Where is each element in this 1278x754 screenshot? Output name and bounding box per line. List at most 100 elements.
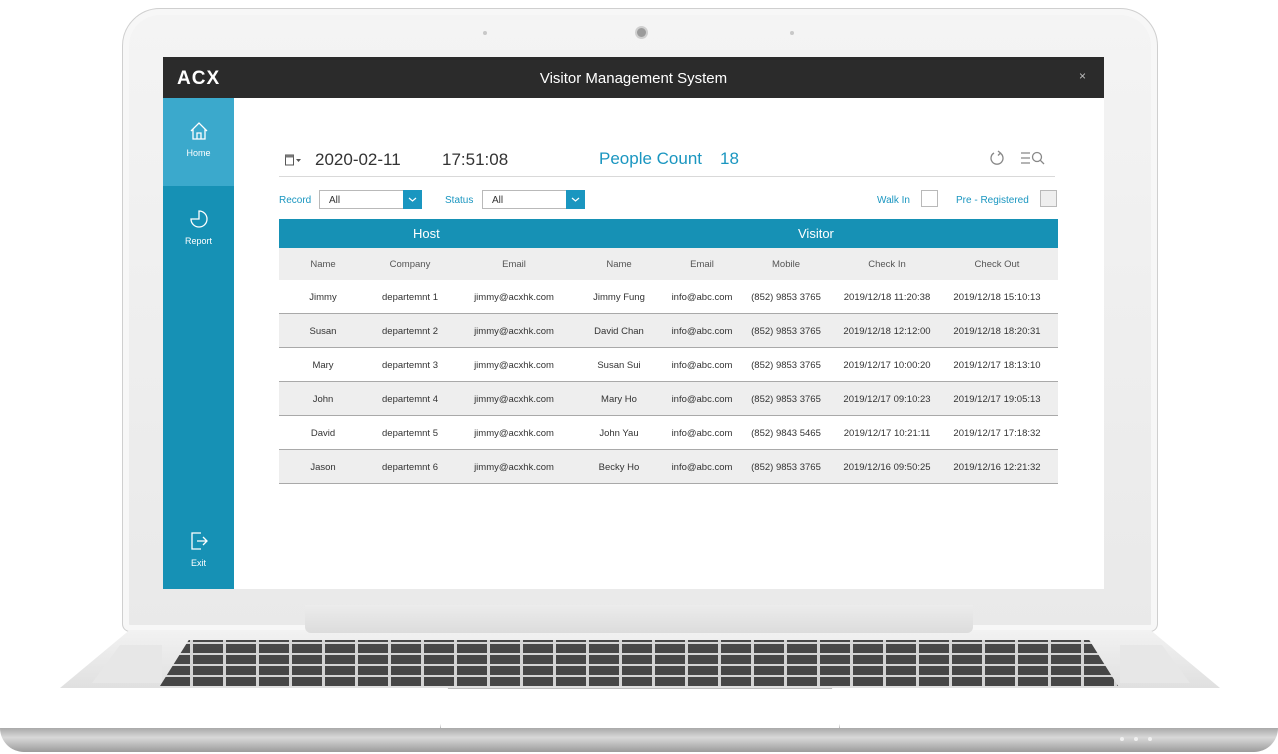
sensor-dot bbox=[483, 31, 487, 35]
col-visitor-email-header: Email bbox=[690, 259, 714, 270]
col-check-out: 2019/12/18 15:10:13 bbox=[953, 292, 1041, 303]
pre-registered-label: Pre - Registered bbox=[956, 195, 1029, 206]
col-host-name: Jason bbox=[310, 462, 336, 473]
calendar-dropdown-icon[interactable] bbox=[285, 154, 302, 166]
laptop-bottom-edge bbox=[0, 728, 1278, 752]
col-visitor-name: John Yau bbox=[599, 428, 639, 439]
table-row[interactable]: Jason departemnt 6 jimmy@acxhk.com Becky Ho… bbox=[279, 450, 1058, 484]
col-check-out: 2019/12/17 18:13:10 bbox=[953, 360, 1041, 371]
filter-bar: Record All Status All Walk In Pre - Regi… bbox=[279, 190, 1058, 212]
close-button[interactable]: × bbox=[1079, 69, 1086, 83]
main-content: 2020-02-11 17:51:08 People Count 18 Reco… bbox=[234, 98, 1104, 589]
people-count-value: 18 bbox=[720, 149, 739, 168]
sidebar-item-label: Home bbox=[186, 148, 211, 158]
indicator-lights bbox=[1120, 737, 1152, 741]
col-check-in: 2019/12/17 10:21:11 bbox=[843, 428, 931, 439]
walk-in-label: Walk In bbox=[877, 195, 910, 206]
title-bar: ACX Visitor Management System × bbox=[163, 57, 1104, 98]
col-visitor-mobile: (852) 9853 3765 bbox=[751, 292, 821, 303]
col-check-in: 2019/12/16 09:50:25 bbox=[843, 462, 931, 473]
col-check-in-header: Check In bbox=[868, 259, 906, 270]
table-row[interactable]: David departemnt 5 jimmy@acxhk.com John Yau… bbox=[279, 416, 1058, 450]
record-label: Record bbox=[279, 195, 312, 206]
toolbar: 2020-02-11 17:51:08 People Count 18 bbox=[279, 144, 1055, 177]
status-label: Status bbox=[445, 195, 474, 206]
col-visitor-mobile: (852) 9843 5465 bbox=[751, 428, 821, 439]
table-column-header: Name Company Email Name Email Mobile Check In C… bbox=[279, 248, 1058, 280]
current-date: 2020-02-11 bbox=[315, 150, 401, 169]
col-visitor-mobile: (852) 9853 3765 bbox=[751, 462, 821, 473]
people-count-label: People Count bbox=[599, 149, 703, 168]
sidebar-item-home[interactable]: Home bbox=[163, 98, 234, 186]
col-visitor-mobile: (852) 9853 3765 bbox=[751, 394, 821, 405]
table-body: Jimmy departemnt 1 jimmy@acxhk.com Jimmy Fu… bbox=[279, 280, 1058, 484]
trackpad bbox=[440, 688, 840, 729]
col-visitor-email: info@abc.com bbox=[671, 292, 733, 303]
status-select-value: All bbox=[492, 195, 504, 206]
col-host-name: John bbox=[312, 394, 334, 405]
table-row[interactable]: Jimmy departemnt 1 jimmy@acxhk.com Jimmy Fu… bbox=[279, 280, 1058, 314]
col-check-out: 2019/12/17 17:18:32 bbox=[953, 428, 1041, 439]
record-select-value: All bbox=[329, 195, 341, 206]
webcam bbox=[635, 26, 648, 39]
col-host-company: departemnt 6 bbox=[382, 462, 438, 473]
col-check-out: 2019/12/18 18:20:31 bbox=[953, 326, 1041, 337]
col-host-email-header: Email bbox=[502, 259, 526, 270]
current-time: 17:51:08 bbox=[442, 150, 509, 169]
col-visitor-name: Becky Ho bbox=[598, 462, 640, 473]
sidebar-item-label: Report bbox=[184, 236, 212, 246]
col-check-in: 2019/12/18 12:12:00 bbox=[843, 326, 931, 337]
app-window: ACX Visitor Management System × Home Rep… bbox=[163, 57, 1104, 589]
col-visitor-name-header: Name bbox=[606, 259, 632, 270]
table-row[interactable]: Susan departemnt 2 jimmy@acxhk.com David Ch… bbox=[279, 314, 1058, 348]
sidebar-item-report[interactable]: Report bbox=[163, 186, 234, 274]
table-group-header: Host Visitor bbox=[279, 219, 1058, 248]
chevron-down-icon bbox=[403, 190, 422, 209]
col-check-out: 2019/12/17 19:05:13 bbox=[953, 394, 1041, 405]
group-host: Host bbox=[413, 226, 440, 241]
col-host-company: departemnt 3 bbox=[382, 360, 438, 371]
col-visitor-name: David Chan bbox=[594, 326, 644, 337]
col-check-in: 2019/12/18 11:20:38 bbox=[843, 292, 931, 303]
filter-search-icon[interactable] bbox=[1020, 150, 1046, 166]
col-host-name: David bbox=[310, 428, 336, 439]
col-host-name: Jimmy bbox=[309, 292, 337, 303]
sensor-dot bbox=[790, 31, 794, 35]
exit-icon bbox=[190, 532, 208, 550]
col-visitor-email: info@abc.com bbox=[671, 462, 733, 473]
refresh-icon[interactable] bbox=[989, 149, 1005, 167]
table-row[interactable]: John departemnt 4 jimmy@acxhk.com Mary Ho in… bbox=[279, 382, 1058, 416]
visitor-table: Host Visitor Name Company Email Name Email Mo… bbox=[279, 219, 1058, 484]
status-select[interactable]: All bbox=[482, 190, 585, 209]
col-host-email: jimmy@acxhk.com bbox=[474, 292, 554, 303]
col-visitor-email: info@abc.com bbox=[671, 394, 733, 405]
sidebar-item-label: Exit bbox=[190, 558, 206, 568]
col-host-email: jimmy@acxhk.com bbox=[474, 428, 554, 439]
walk-in-checkbox[interactable] bbox=[921, 190, 938, 207]
col-check-out: 2019/12/16 12:21:32 bbox=[953, 462, 1041, 473]
col-visitor-mobile: (852) 9853 3765 bbox=[751, 360, 821, 371]
app-title: Visitor Management System bbox=[539, 70, 728, 87]
sidebar-item-exit[interactable]: Exit bbox=[163, 518, 234, 589]
col-host-email: jimmy@acxhk.com bbox=[474, 360, 554, 371]
col-visitor-email: info@abc.com bbox=[671, 428, 733, 439]
col-visitor-email: info@abc.com bbox=[671, 360, 733, 371]
col-visitor-name: Susan Sui bbox=[597, 360, 641, 371]
col-host-company: departemnt 2 bbox=[382, 326, 438, 337]
record-select[interactable]: All bbox=[319, 190, 422, 209]
table-row[interactable]: Mary departemnt 3 jimmy@acxhk.com Susan Sui… bbox=[279, 348, 1058, 382]
col-host-email: jimmy@acxhk.com bbox=[474, 462, 554, 473]
col-visitor-mobile: (852) 9853 3765 bbox=[751, 326, 821, 337]
keyboard bbox=[160, 640, 1118, 686]
col-host-name-header: Name bbox=[310, 259, 336, 270]
pre-registered-checkbox[interactable] bbox=[1040, 190, 1057, 207]
col-host-company: departemnt 5 bbox=[382, 428, 438, 439]
col-host-company-header: Company bbox=[389, 259, 431, 270]
col-visitor-name: Jimmy Fung bbox=[593, 292, 645, 303]
laptop-hinge bbox=[305, 605, 973, 633]
col-host-company: departemnt 4 bbox=[382, 394, 438, 405]
col-visitor-email: info@abc.com bbox=[671, 326, 733, 337]
pie-chart-icon bbox=[189, 210, 208, 228]
col-check-in: 2019/12/17 10:00:20 bbox=[843, 360, 931, 371]
group-visitor: Visitor bbox=[798, 226, 834, 241]
